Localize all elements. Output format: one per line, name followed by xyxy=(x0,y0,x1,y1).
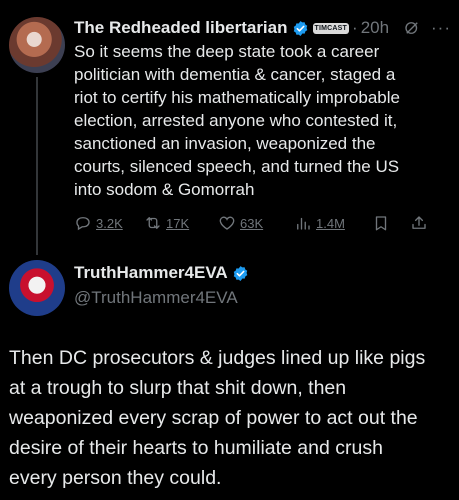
repost-icon xyxy=(146,217,160,229)
share-icon xyxy=(412,216,426,229)
thread-connector xyxy=(36,77,38,255)
reply-tweet-text: Then DC prosecutors & judges lined up li… xyxy=(9,347,426,489)
more-options-button[interactable]: ··· xyxy=(431,18,451,38)
reply-count: 3.2K xyxy=(96,215,123,231)
reply-author-avatar[interactable] xyxy=(9,260,65,316)
views-button[interactable]: 1.4M xyxy=(294,214,372,232)
like-icon xyxy=(219,216,235,230)
bookmark-button[interactable] xyxy=(372,214,410,232)
repost-count: 17K xyxy=(166,215,190,231)
tweet-text: So it seems the deep state took a career… xyxy=(74,42,400,199)
reply-author-handle[interactable]: @TruthHammer4EVA xyxy=(74,288,238,308)
verified-icon xyxy=(293,20,307,36)
like-count: 63K xyxy=(240,215,264,231)
verified-icon xyxy=(233,265,247,281)
views-icon xyxy=(297,217,310,230)
like-button[interactable]: 63K xyxy=(218,214,294,232)
reply-author-name[interactable]: TruthHammer4EVA xyxy=(74,263,228,283)
views-count: 1.4M xyxy=(316,215,345,231)
grok-icon[interactable] xyxy=(403,19,421,37)
author-name[interactable]: The Redheaded libertarian xyxy=(74,18,288,38)
share-button[interactable] xyxy=(410,214,428,232)
tweet-time[interactable]: 20h xyxy=(361,18,389,38)
reply-button[interactable]: 3.2K xyxy=(74,214,144,232)
reply-icon xyxy=(76,217,90,231)
bookmark-icon xyxy=(375,216,387,231)
tweet-header: The Redheaded libertarian TIMCAST · 20h … xyxy=(74,17,451,39)
repost-button[interactable]: 17K xyxy=(144,214,218,232)
separator-dot: · xyxy=(352,18,358,37)
author-avatar[interactable] xyxy=(9,17,65,73)
reply-author-name-row: TruthHammer4EVA xyxy=(74,263,249,283)
action-bar: 3.2K 17K 63K 1.4M xyxy=(74,212,452,234)
affiliate-badge[interactable]: TIMCAST xyxy=(312,22,350,34)
